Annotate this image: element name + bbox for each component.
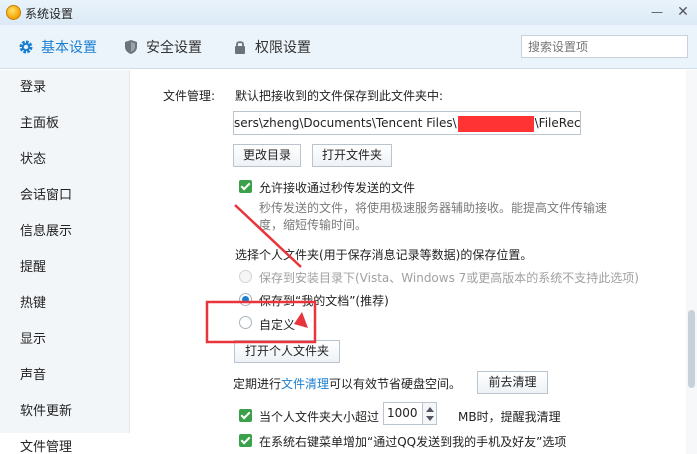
sidebar-item-chat-window[interactable]: 会话窗口 (0, 181, 130, 211)
context-menu-checkbox[interactable] (239, 434, 252, 447)
close-button[interactable]: ✕ (671, 2, 695, 22)
context-menu-label: 在系统右键菜单增加“通过QQ发送到我的手机及好友”选项 (259, 435, 567, 449)
size-limit-input[interactable]: 1000 (383, 402, 423, 425)
size-limit-stepper[interactable] (423, 402, 437, 425)
radio-custom[interactable] (239, 316, 252, 329)
allow-instant-transfer-checkbox[interactable] (239, 180, 252, 193)
instant-transfer-desc-line1: 秒传发送的文件，将使用极速服务器辅助接收。能提高文件传输速 (259, 201, 608, 215)
default-save-text: 默认把接收到的文件保存到此文件夹中: (235, 89, 444, 103)
radio-my-documents[interactable] (239, 293, 252, 306)
sidebar-item-display[interactable]: 显示 (0, 325, 130, 355)
shield-icon (125, 40, 137, 54)
content-scrollbar[interactable] (686, 70, 697, 454)
spin-up-icon[interactable] (426, 407, 434, 412)
open-personal-folder-button[interactable]: 打开个人文件夹 (234, 340, 340, 363)
redaction-block (457, 115, 534, 132)
section-label: 文件管理: (163, 89, 216, 103)
sidebar-item-status[interactable]: 状态 (0, 145, 130, 175)
sidebar-item-reminder[interactable]: 提醒 (0, 253, 130, 283)
file-clean-text: 定期进行文件清理可以有效节省硬盘空间。 (233, 377, 462, 391)
sidebar-item-login[interactable]: 登录 (0, 73, 130, 103)
gear-icon (19, 40, 33, 54)
radio-custom-label: 自定义 (259, 318, 296, 332)
path-prefix: sers\zheng\Documents\Tencent Files\ (234, 116, 457, 130)
tab-basic-settings[interactable]: 基本设置 (18, 37, 97, 57)
size-limit-prefix: 当个人文件夹大小超过 (259, 410, 380, 424)
receive-path-field[interactable]: sers\zheng\Documents\Tencent Files\ \File… (233, 111, 581, 135)
qq-penguin-icon (6, 5, 21, 20)
sidebar-item-sound[interactable]: 声音 (0, 361, 130, 391)
sidebar-item-info-display[interactable]: 信息展示 (0, 217, 130, 247)
title-bar: 系统设置 — ✕ (0, 0, 697, 25)
open-folder-button[interactable]: 打开文件夹 (312, 144, 392, 167)
sidebar-item-file-management[interactable]: 文件管理 (0, 433, 130, 454)
size-limit-suffix: MB时，提醒我清理 (458, 410, 561, 424)
allow-instant-transfer-label: 允许接收通过秒传发送的文件 (259, 181, 416, 195)
sidebar-item-hotkeys[interactable]: 热键 (0, 289, 130, 319)
radio-install-dir[interactable] (239, 270, 252, 283)
search-input[interactable] (521, 35, 688, 58)
change-directory-button[interactable]: 更改目录 (233, 144, 301, 167)
go-clean-button[interactable]: 前去清理 (477, 371, 548, 394)
size-limit-checkbox[interactable] (239, 409, 252, 422)
window-title: 系统设置 (25, 7, 74, 21)
radio-my-documents-label: 保存到“我的文档”(推荐) (259, 294, 389, 308)
sidebar-item-software-update[interactable]: 软件更新 (0, 397, 130, 427)
personal-folder-title: 选择个人文件夹(用于保存消息记录等数据)的保存位置。 (235, 248, 533, 262)
sidebar: 登录 主面板 状态 会话窗口 信息展示 提醒 热键 显示 声音 软件更新 文件管… (0, 70, 130, 454)
scrollbar-thumb[interactable] (688, 310, 695, 388)
tab-label: 基本设置 (41, 40, 97, 56)
lock-icon (235, 41, 245, 54)
tab-label: 安全设置 (146, 40, 202, 56)
settings-tab-bar: 基本设置 安全设置 权限设置 (0, 25, 697, 69)
file-clean-link[interactable]: 文件清理 (281, 377, 329, 391)
tab-security-settings[interactable]: 安全设置 (123, 37, 202, 57)
file-management-panel: 文件管理: 默认把接收到的文件保存到此文件夹中: sers\zheng\Docu… (131, 70, 686, 454)
sidebar-item-main-panel[interactable]: 主面板 (0, 109, 130, 139)
spin-down-icon[interactable] (426, 416, 434, 421)
path-suffix: \FileRecv\ (534, 116, 581, 130)
radio-install-dir-label: 保存到安装目录下(Vista、Windows 7或更高版本的系统不支持此选项) (259, 271, 639, 285)
tab-permission-settings[interactable]: 权限设置 (232, 37, 311, 57)
instant-transfer-desc-line2: 度，缩短传输时间。 (259, 218, 368, 232)
minimize-button[interactable]: — (645, 2, 669, 22)
tab-label: 权限设置 (255, 40, 311, 56)
